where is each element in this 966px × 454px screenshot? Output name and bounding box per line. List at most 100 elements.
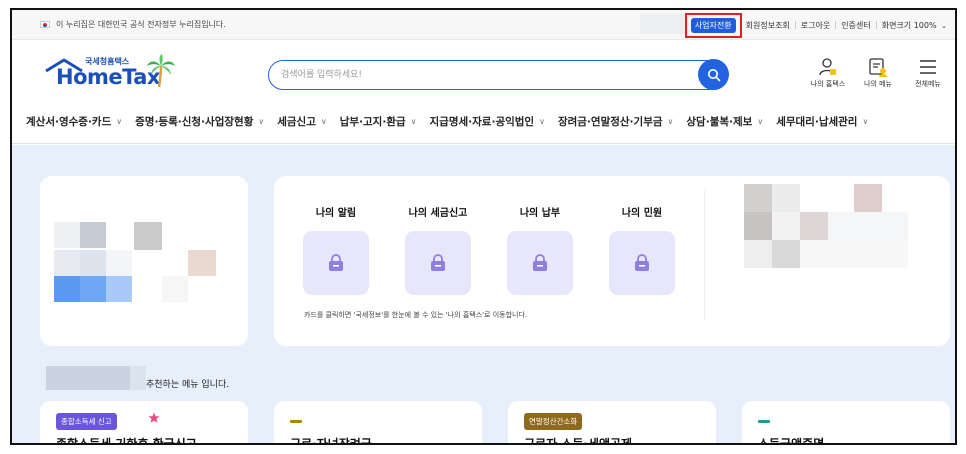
recommend-card-incentive[interactable]: 근로·자녀장려금 bbox=[274, 401, 482, 443]
blurred-pixel bbox=[106, 276, 132, 302]
blurred-pixel bbox=[80, 250, 106, 276]
quick-menu: 나의 알림 나의 세금신고 나의 납부 나의 민원 bbox=[302, 204, 676, 295]
browser-viewport: 이 누리집은 대한민국 공식 전자정부 누리집입니다. 사업자전환 회원정보조회… bbox=[10, 8, 957, 445]
nav-item-label: 지급명세·자료·공익법인 bbox=[429, 116, 535, 128]
card-title: 소득금액증명 bbox=[758, 437, 825, 445]
blurred-pixel bbox=[854, 184, 882, 212]
divider bbox=[794, 21, 796, 29]
all-menu-button[interactable]: 전체메뉴 bbox=[909, 56, 947, 89]
lock-icon bbox=[329, 254, 343, 271]
blurred-pixel bbox=[80, 276, 106, 302]
quick-item-tile bbox=[609, 231, 675, 295]
my-menu-label: 나의 메뉴 bbox=[864, 80, 892, 88]
chevron-down-icon: ∨ bbox=[757, 117, 764, 126]
blurred-pixel bbox=[800, 240, 908, 268]
site-header: 국세청홈택스 HomeTax 검색어를 입력하세요! 나의 홈택스 나의 메뉴 … bbox=[12, 40, 955, 100]
chevron-down-icon: ∨ bbox=[116, 117, 123, 126]
nav-item-label: 장려금·연말정산·기부금 bbox=[557, 116, 663, 128]
blurred-pixel bbox=[162, 276, 188, 302]
blurred-pixel bbox=[188, 250, 216, 276]
user-profile-card[interactable] bbox=[40, 176, 248, 346]
hometax-logo[interactable]: 국세청홈택스 HomeTax bbox=[40, 52, 180, 92]
card-title: 근로자 소득·세액공제 bbox=[524, 437, 633, 445]
nav-item-incentive[interactable]: 장려금·연말정산·기부금 ∨ bbox=[558, 114, 673, 129]
nav-item-statement[interactable]: 지급명세·자료·공익법인 ∨ bbox=[430, 114, 545, 129]
search-button[interactable] bbox=[698, 59, 729, 90]
quick-item-title: 나의 납부 bbox=[519, 208, 561, 219]
main-nav: 계산서·영수증·카드 ∨ 증명·등록·신청·사업장현황 ∨ 세금신고 ∨ 납부·고지·… bbox=[12, 100, 955, 144]
card-accent bbox=[290, 420, 302, 423]
chevron-down-icon: ∨ bbox=[539, 117, 545, 126]
lock-icon bbox=[533, 254, 547, 271]
nav-item-label: 상담·불복·제보 bbox=[686, 116, 753, 128]
blurred-pixel bbox=[744, 212, 772, 240]
card-accent bbox=[758, 420, 770, 423]
biz-switch-button[interactable]: 사업자전환 bbox=[690, 17, 736, 33]
my-hometax-card: 나의 알림 나의 세금신고 나의 납부 나의 민원 카드를 클릭하면 '국세정보… bbox=[274, 176, 950, 346]
korea-flag-icon bbox=[40, 21, 50, 28]
card-badge: 연말정산간소화 bbox=[524, 413, 583, 430]
utility-bar: 이 누리집은 대한민국 공식 전자정부 누리집입니다. 사업자전환 회원정보조회… bbox=[12, 10, 955, 40]
my-hometax-button[interactable]: 나의 홈택스 bbox=[809, 56, 847, 89]
chevron-down-icon: ⌄ bbox=[941, 21, 947, 30]
quick-item-tile bbox=[303, 231, 369, 295]
my-menu-icon bbox=[869, 58, 887, 77]
quick-item-tax-filing[interactable]: 나의 세금신고 bbox=[404, 204, 472, 295]
main-content: 나의 알림 나의 세금신고 나의 납부 나의 민원 카드를 클릭하면 '국세정보… bbox=[12, 145, 955, 445]
nav-item-label: 증명·등록·신청·사업장현황 bbox=[135, 116, 254, 128]
nav-item-label: 세금신고 bbox=[277, 116, 316, 128]
screen-size-value: 100% bbox=[913, 20, 937, 30]
quick-item-civil[interactable]: 나의 민원 bbox=[608, 204, 676, 295]
quick-item-title: 나의 알림 bbox=[315, 208, 357, 219]
blurred-pixel bbox=[744, 184, 772, 212]
screen-size-control[interactable]: 화면크기 100% ⌄ bbox=[882, 20, 947, 31]
card-badge: 종합소득세 신고 bbox=[56, 413, 117, 430]
search-box bbox=[268, 59, 729, 90]
lock-icon bbox=[431, 254, 445, 271]
recommend-card-year-end[interactable]: 연말정산간소화 근로자 소득·세액공제 bbox=[508, 401, 716, 445]
search-icon bbox=[707, 68, 720, 81]
blurred-pixel bbox=[800, 212, 828, 240]
blurred-pixel bbox=[54, 222, 80, 248]
biz-switch-highlight: 사업자전환 bbox=[684, 12, 742, 38]
nav-item-invoice[interactable]: 계산서·영수증·카드 ∨ bbox=[26, 114, 122, 129]
all-menu-label: 전체메뉴 bbox=[915, 80, 941, 88]
recommend-heading: 추천하는 메뉴 입니다. bbox=[146, 380, 230, 390]
chevron-down-icon: ∨ bbox=[320, 117, 327, 126]
nav-item-certificate[interactable]: 증명·등록·신청·사업장현황 ∨ bbox=[135, 114, 264, 129]
my-menu-button[interactable]: 나의 메뉴 bbox=[859, 56, 897, 89]
hamburger-icon bbox=[920, 60, 936, 74]
blurred-user-info bbox=[640, 14, 688, 34]
card-title: 종합소득세 기한후 환급신고 bbox=[56, 437, 197, 445]
nav-item-label: 계산서·영수증·카드 bbox=[26, 116, 112, 128]
quick-item-title: 나의 세금신고 bbox=[408, 208, 468, 219]
logo-english-text: HomeTax bbox=[56, 65, 160, 89]
my-hometax-label: 나의 홈택스 bbox=[810, 80, 846, 88]
member-info-link[interactable]: 회원정보조회 bbox=[746, 20, 790, 31]
recommend-card-income-tax[interactable]: 종합소득세 신고 종합소득세 기한후 환급신고 bbox=[40, 401, 248, 445]
nav-item-consult[interactable]: 상담·불복·제보 ∨ bbox=[686, 114, 763, 129]
blurred-pixel bbox=[772, 240, 800, 268]
logout-link[interactable]: 로그아웃 bbox=[801, 20, 830, 31]
chevron-down-icon: ∨ bbox=[258, 117, 265, 126]
nav-item-payment[interactable]: 납부·고지·환급 ∨ bbox=[340, 114, 417, 129]
recommend-card-income-cert[interactable]: 소득금액증명 bbox=[742, 401, 950, 445]
star-icon bbox=[148, 412, 160, 423]
blurred-pixel bbox=[772, 184, 800, 212]
quick-item-payment[interactable]: 나의 납부 bbox=[506, 204, 574, 295]
quick-item-notification[interactable]: 나의 알림 bbox=[302, 204, 370, 295]
palm-tree-icon bbox=[147, 54, 175, 88]
lock-icon bbox=[635, 254, 649, 271]
blurred-pixel bbox=[772, 212, 800, 240]
gov-notice: 이 누리집은 대한민국 공식 전자정부 누리집입니다. bbox=[40, 19, 226, 30]
nav-item-label: 세무대리·납세관리 bbox=[776, 116, 858, 128]
nav-item-tax-agent[interactable]: 세무대리·납세관리 ∨ bbox=[776, 114, 868, 129]
nav-item-tax-filing[interactable]: 세금신고 ∨ bbox=[277, 114, 327, 129]
blurred-pixel bbox=[106, 250, 132, 276]
blurred-pixel bbox=[54, 250, 80, 276]
quick-item-tile bbox=[507, 231, 573, 295]
divider bbox=[875, 21, 877, 29]
cert-center-link[interactable]: 인증센터 bbox=[841, 20, 870, 31]
search-input[interactable] bbox=[281, 67, 681, 83]
gov-notice-text: 이 누리집은 대한민국 공식 전자정부 누리집입니다. bbox=[56, 20, 226, 29]
